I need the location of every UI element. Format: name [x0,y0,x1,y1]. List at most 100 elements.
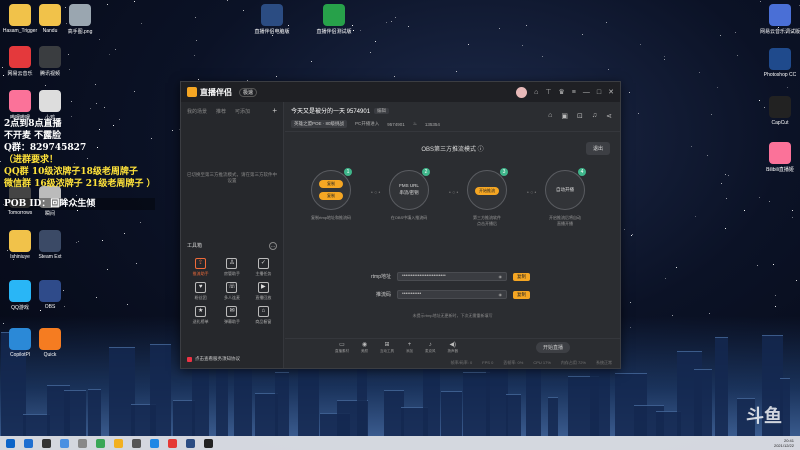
taskbar-app-icon[interactable] [114,438,123,448]
key-value: ••••••••••• [402,291,422,297]
toolbar-item[interactable]: ♪ 麦克风 [425,342,436,354]
star [695,215,697,217]
taskbar-app-icon[interactable] [150,438,159,448]
add-scene-icon[interactable]: + [272,107,277,115]
desktop-icon[interactable]: OBS [30,280,70,310]
star [95,102,97,104]
tools-title: 工具箱 [187,243,203,249]
copy-key-button[interactable]: 复制 [513,290,530,299]
star [408,25,410,27]
tool-item[interactable]: ⌂ 商品橱窗 [248,306,279,325]
tool-item[interactable]: ☏ 多人连麦 [216,282,247,301]
tab-recommend[interactable]: 推荐 [216,108,226,115]
version-badge[interactable]: 极速 [239,87,258,97]
desktop-icon[interactable]: Bilibili直播姬 [760,142,800,173]
tab-addable[interactable]: 可添加 [235,108,250,115]
bell-icon[interactable]: ♫ [592,112,597,120]
taskbar-app-icon[interactable] [204,438,213,448]
copy-rtmp-button[interactable]: 复制 [513,272,530,281]
star [792,217,794,219]
desktop-icon[interactable]: 腾讯视频 [30,46,70,77]
taskbar-clock[interactable]: 20:41 2021/12/22 [774,438,794,448]
taskbar-app-icon[interactable] [78,438,87,448]
key-field[interactable]: ••••••••••• ◉ [397,290,507,299]
star [720,34,722,36]
desktop-icon[interactable]: 小鸡 [30,90,70,121]
desktop-icon[interactable]: CapCut [760,96,800,126]
taskbar-app-icon[interactable] [42,438,51,448]
desktop-icon[interactable]: 网易云音乐调试版 [760,4,800,35]
user-avatar[interactable] [516,86,528,98]
taskbar-app-icon[interactable] [60,438,69,448]
desktop-icon[interactable]: Photoshop CC [760,48,800,78]
crown-icon[interactable]: ♛ [559,88,565,96]
toolbar-item[interactable]: + 添加 [406,342,413,354]
toolbar-item[interactable]: ⊞ 互动工具 [380,342,394,354]
building [23,413,50,436]
toolbar-icon: ▭ [339,341,345,348]
close-icon[interactable]: ✕ [608,88,614,96]
menu-icon[interactable]: ≡ [572,89,576,96]
star [276,76,277,78]
desktop-icon[interactable]: Steam Ext [30,230,70,260]
building [506,393,522,436]
taskbar-app-icon[interactable] [168,438,177,448]
taskbar-app-icon[interactable] [132,438,141,448]
minimize-icon[interactable]: — [583,89,590,96]
tool-item[interactable]: ▶ 直播回放 [248,282,279,301]
lock-icon[interactable]: ⊡ [577,112,583,120]
copy-pill-1[interactable]: 复制 [319,180,343,188]
tool-item[interactable]: ✓ 主播任务 [248,258,279,277]
building [87,389,101,436]
tool-item[interactable]: ⇪ 推流助手 [185,258,216,277]
start-live-button[interactable]: 开始直播 [535,342,570,353]
more-tools-icon[interactable]: … [269,242,277,250]
stream-credentials-form: rtmp地址 ••••••••••••••••••••••••• ◉ 复制 推流… [365,272,530,308]
desktop-icon-label: 网易云音乐调试版 [760,29,800,35]
maximize-icon[interactable]: □ [597,89,601,96]
overlay-line: 2点到8点直播 [4,119,62,129]
eye-icon[interactable]: ◉ [499,291,503,298]
rtmp-field[interactable]: ••••••••••••••••••••••••• ◉ [397,272,507,281]
taskbar-app-icon[interactable] [186,438,195,448]
tool-item[interactable]: ♥ 粉丝团 [185,282,216,301]
desktop-icon[interactable]: 高手图.png [60,4,100,35]
gift-icon[interactable]: ⌂ [534,89,538,96]
service-notice[interactable]: 点击查看服务须知协议 [187,356,240,362]
taskbar-app-icon[interactable] [96,438,105,448]
screen-icon[interactable]: ▣ [561,112,568,120]
exit-obs-button[interactable]: 退出 [585,142,610,155]
tools-grid: ⇪ 推流助手 ♙ 房管助手 ✓ 主播任务 ♥ 粉丝团 ☏ 多人连麦 ▶ 直播回放 ★ 送礼榜单 ✉ 弹幕助手 ⌂… [185,258,279,325]
step-number: 4 [578,168,586,176]
toolbar-item[interactable]: ▭ 直播素材 [335,342,349,354]
desktop-icon[interactable]: 直播伴侣电脑版 [252,4,292,35]
shirt-icon[interactable]: ⊤ [545,88,551,96]
tool-label: 直播回放 [255,295,272,300]
desktop-icon-label: Quick [43,352,57,358]
copy-pill-2[interactable]: 复制 [319,192,343,200]
share-icon[interactable]: ⋖ [606,112,612,120]
star [172,129,174,131]
room-meta: 英雄之盟POE · 80级挑战 PC开播进入 9574901 ♨ 135354 [291,120,614,128]
help-icon[interactable]: ⓘ [478,147,484,153]
desktop-icon[interactable]: 直播伴侣测试版 [314,4,354,35]
tool-item[interactable]: ✉ 弹幕助手 [216,306,247,325]
toolbar-item[interactable]: ◉ 美颜 [361,342,368,354]
eye-icon[interactable]: ◉ [499,273,503,280]
toolbar-item[interactable]: ◀) 扬声器 [448,342,459,354]
shop-icon[interactable]: ⌂ [548,112,552,120]
desktop-icon[interactable]: Quick [30,328,70,358]
star [582,34,584,36]
start-push-pill: 开始推流 [475,187,499,195]
category-chip[interactable]: 英雄之盟POE · 80级挑战 [291,120,348,128]
star [194,54,196,56]
tool-item[interactable]: ★ 送礼榜单 [185,306,216,325]
tool-item[interactable]: ♙ 房管助手 [216,258,247,277]
tab-my-scenes[interactable]: 我的场景 [187,108,207,115]
windows-start-icon[interactable] [6,438,15,448]
edit-title-button[interactable]: 编辑 [374,107,390,114]
toolbar-label: 直播素材 [335,348,349,353]
app-icon [9,90,31,112]
taskbar-app-icon[interactable] [24,438,33,448]
key-row: 推流码 ••••••••••• ◉ 复制 [365,290,530,299]
